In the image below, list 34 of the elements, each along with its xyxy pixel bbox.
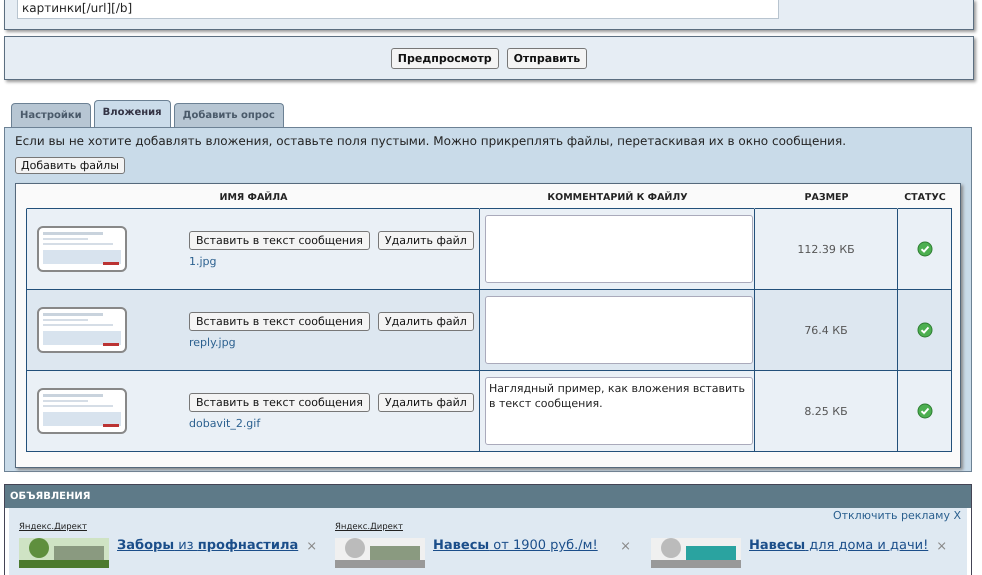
disable-ads-link[interactable]: Отключить рекламу X bbox=[832, 510, 961, 522]
delete-button[interactable]: Удалить файл bbox=[378, 312, 474, 330]
ads-title: ОБЪЯВЛЕНИЯ bbox=[10, 491, 90, 502]
file-link[interactable]: dobavit_2.gif bbox=[189, 416, 474, 430]
comment-field[interactable] bbox=[485, 296, 753, 364]
message-field[interactable]: картинки[/url][/b] bbox=[17, 0, 779, 19]
delete-button[interactable]: Удалить файл bbox=[378, 392, 474, 412]
comment-field[interactable]: Наглядный пример, как вложения вставить в текст сообщения. bbox=[485, 377, 753, 445]
tab[interactable]: Настройки bbox=[11, 103, 91, 127]
ad-title-link[interactable]: Заборы из профнастила bbox=[117, 538, 298, 553]
file-link[interactable]: reply.jpg bbox=[189, 336, 474, 348]
column-header: КОММЕНТАРИЙ К ФАЙЛУ bbox=[479, 184, 755, 209]
insert-button[interactable]: Вставить в текст сообщения bbox=[189, 392, 370, 412]
form-button[interactable]: Отправить bbox=[506, 48, 588, 68]
ad-source-link[interactable]: Яндекс.Директ bbox=[19, 522, 315, 538]
comment-field[interactable] bbox=[485, 215, 753, 283]
add-files-button[interactable]: Добавить файлы bbox=[15, 157, 125, 174]
ad-source-link[interactable]: Яндекс.Директ bbox=[335, 522, 631, 538]
file-link[interactable]: 1.jpg bbox=[189, 254, 474, 268]
insert-button[interactable]: Вставить в текст сообщения bbox=[189, 230, 370, 250]
tab[interactable]: Добавить опрос bbox=[174, 103, 284, 127]
form-button[interactable]: Предпросмотр bbox=[390, 48, 499, 68]
tab[interactable]: Вложения bbox=[94, 100, 171, 127]
insert-button[interactable]: Вставить в текст сообщения bbox=[189, 312, 370, 330]
column-header: ИМЯ ФАЙЛА bbox=[26, 184, 480, 209]
column-header: РАЗМЕР bbox=[754, 184, 898, 209]
delete-button[interactable]: Удалить файл bbox=[378, 230, 474, 250]
file-size: 76.4 КБ bbox=[804, 324, 848, 336]
column-header: СТАТУС bbox=[897, 184, 952, 209]
ad-title-link[interactable]: Навесы для дома и дачи! bbox=[749, 538, 928, 553]
file-size: 8.25 КБ bbox=[804, 404, 848, 418]
hint-text: Если вы не хотите добавлять вложения, оставьте поля пустыми. Можно прикреплять файлы, перетаскивая их в окно сообщения. bbox=[15, 134, 848, 148]
file-size: 112.39 КБ bbox=[797, 242, 855, 256]
ad-title-link[interactable]: Навесы от 1900 руб./м! bbox=[433, 538, 598, 553]
